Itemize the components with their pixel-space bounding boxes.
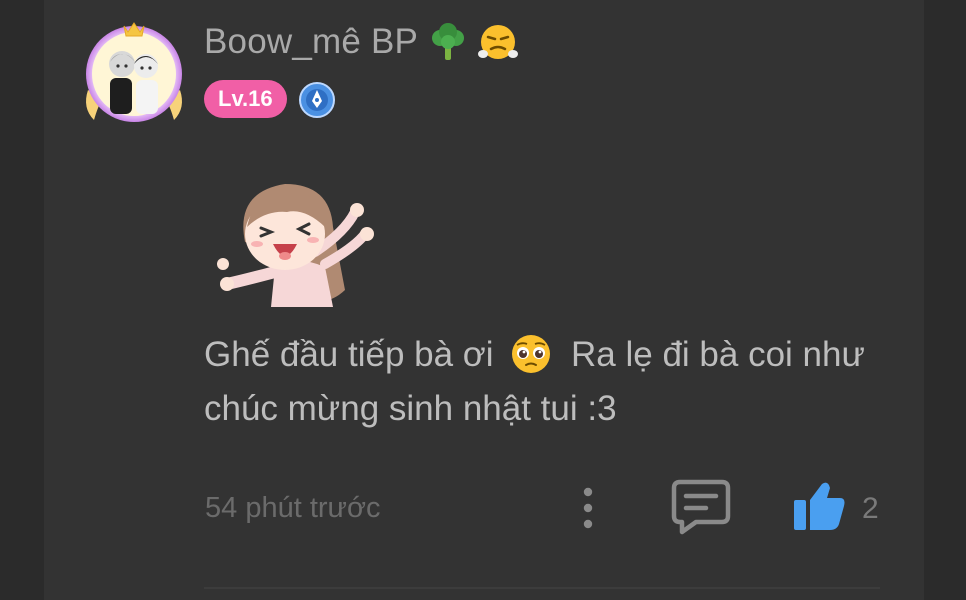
comment-text: Ghế đầu tiếp bà ơi Ra lẹ đi bà coi như c… (204, 328, 894, 436)
comment-timestamp: 54 phút trước (205, 492, 381, 524)
like-count: 2 (862, 492, 879, 525)
username-text: Boow_mê BP (204, 22, 419, 61)
level-badge: Lv.16 (204, 80, 287, 118)
steam-from-nose-face-icon (478, 25, 519, 59)
comment-text-part1: Ghế đầu tiếp bà ơi (204, 335, 494, 374)
comment-bubble-icon[interactable] (670, 478, 732, 536)
divider (204, 587, 880, 589)
broccoli-icon (432, 23, 465, 60)
vertical-dots-icon[interactable] (578, 486, 598, 530)
username[interactable]: Boow_mê BP (204, 22, 519, 62)
pleading-face-icon (512, 335, 551, 373)
sticker-image[interactable] (205, 172, 380, 312)
user-avatar[interactable] (80, 20, 188, 128)
thumbs-up-icon[interactable] (792, 480, 846, 532)
app-frame: Boow_mê BP Lv.16 Ghế đầu tiếp bà ơi Ra l… (0, 0, 966, 600)
verified-pen-badge-icon (299, 82, 335, 118)
